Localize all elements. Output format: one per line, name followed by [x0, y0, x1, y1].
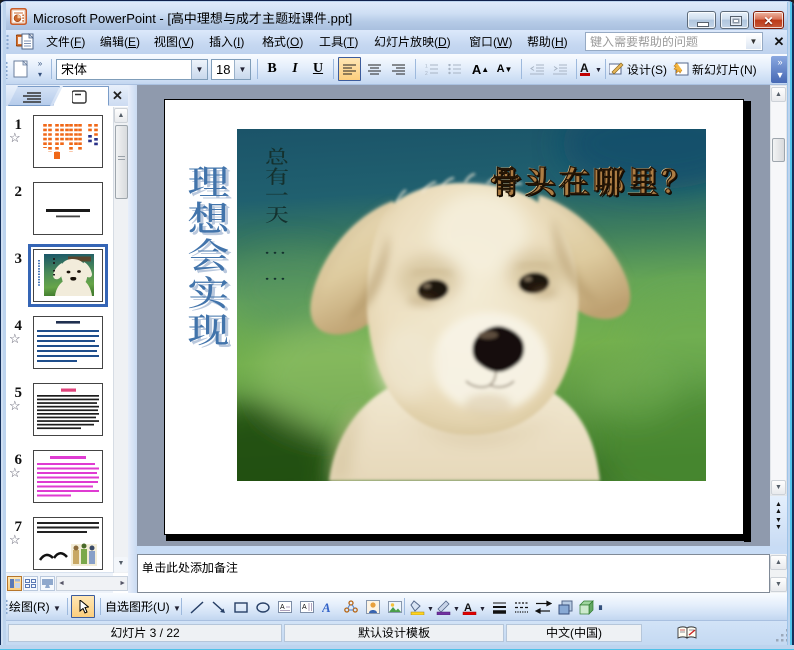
- svg-text:▼: ▼: [595, 67, 602, 74]
- svg-text:2: 2: [425, 71, 428, 75]
- svg-text:A: A: [302, 604, 307, 611]
- svg-text:▼: ▼: [453, 606, 460, 613]
- svg-text:A: A: [322, 600, 331, 615]
- svg-text:1: 1: [425, 64, 428, 70]
- svg-text:▼: ▼: [479, 606, 486, 613]
- svg-text:A: A: [280, 604, 285, 611]
- svg-text:▼: ▼: [427, 606, 434, 613]
